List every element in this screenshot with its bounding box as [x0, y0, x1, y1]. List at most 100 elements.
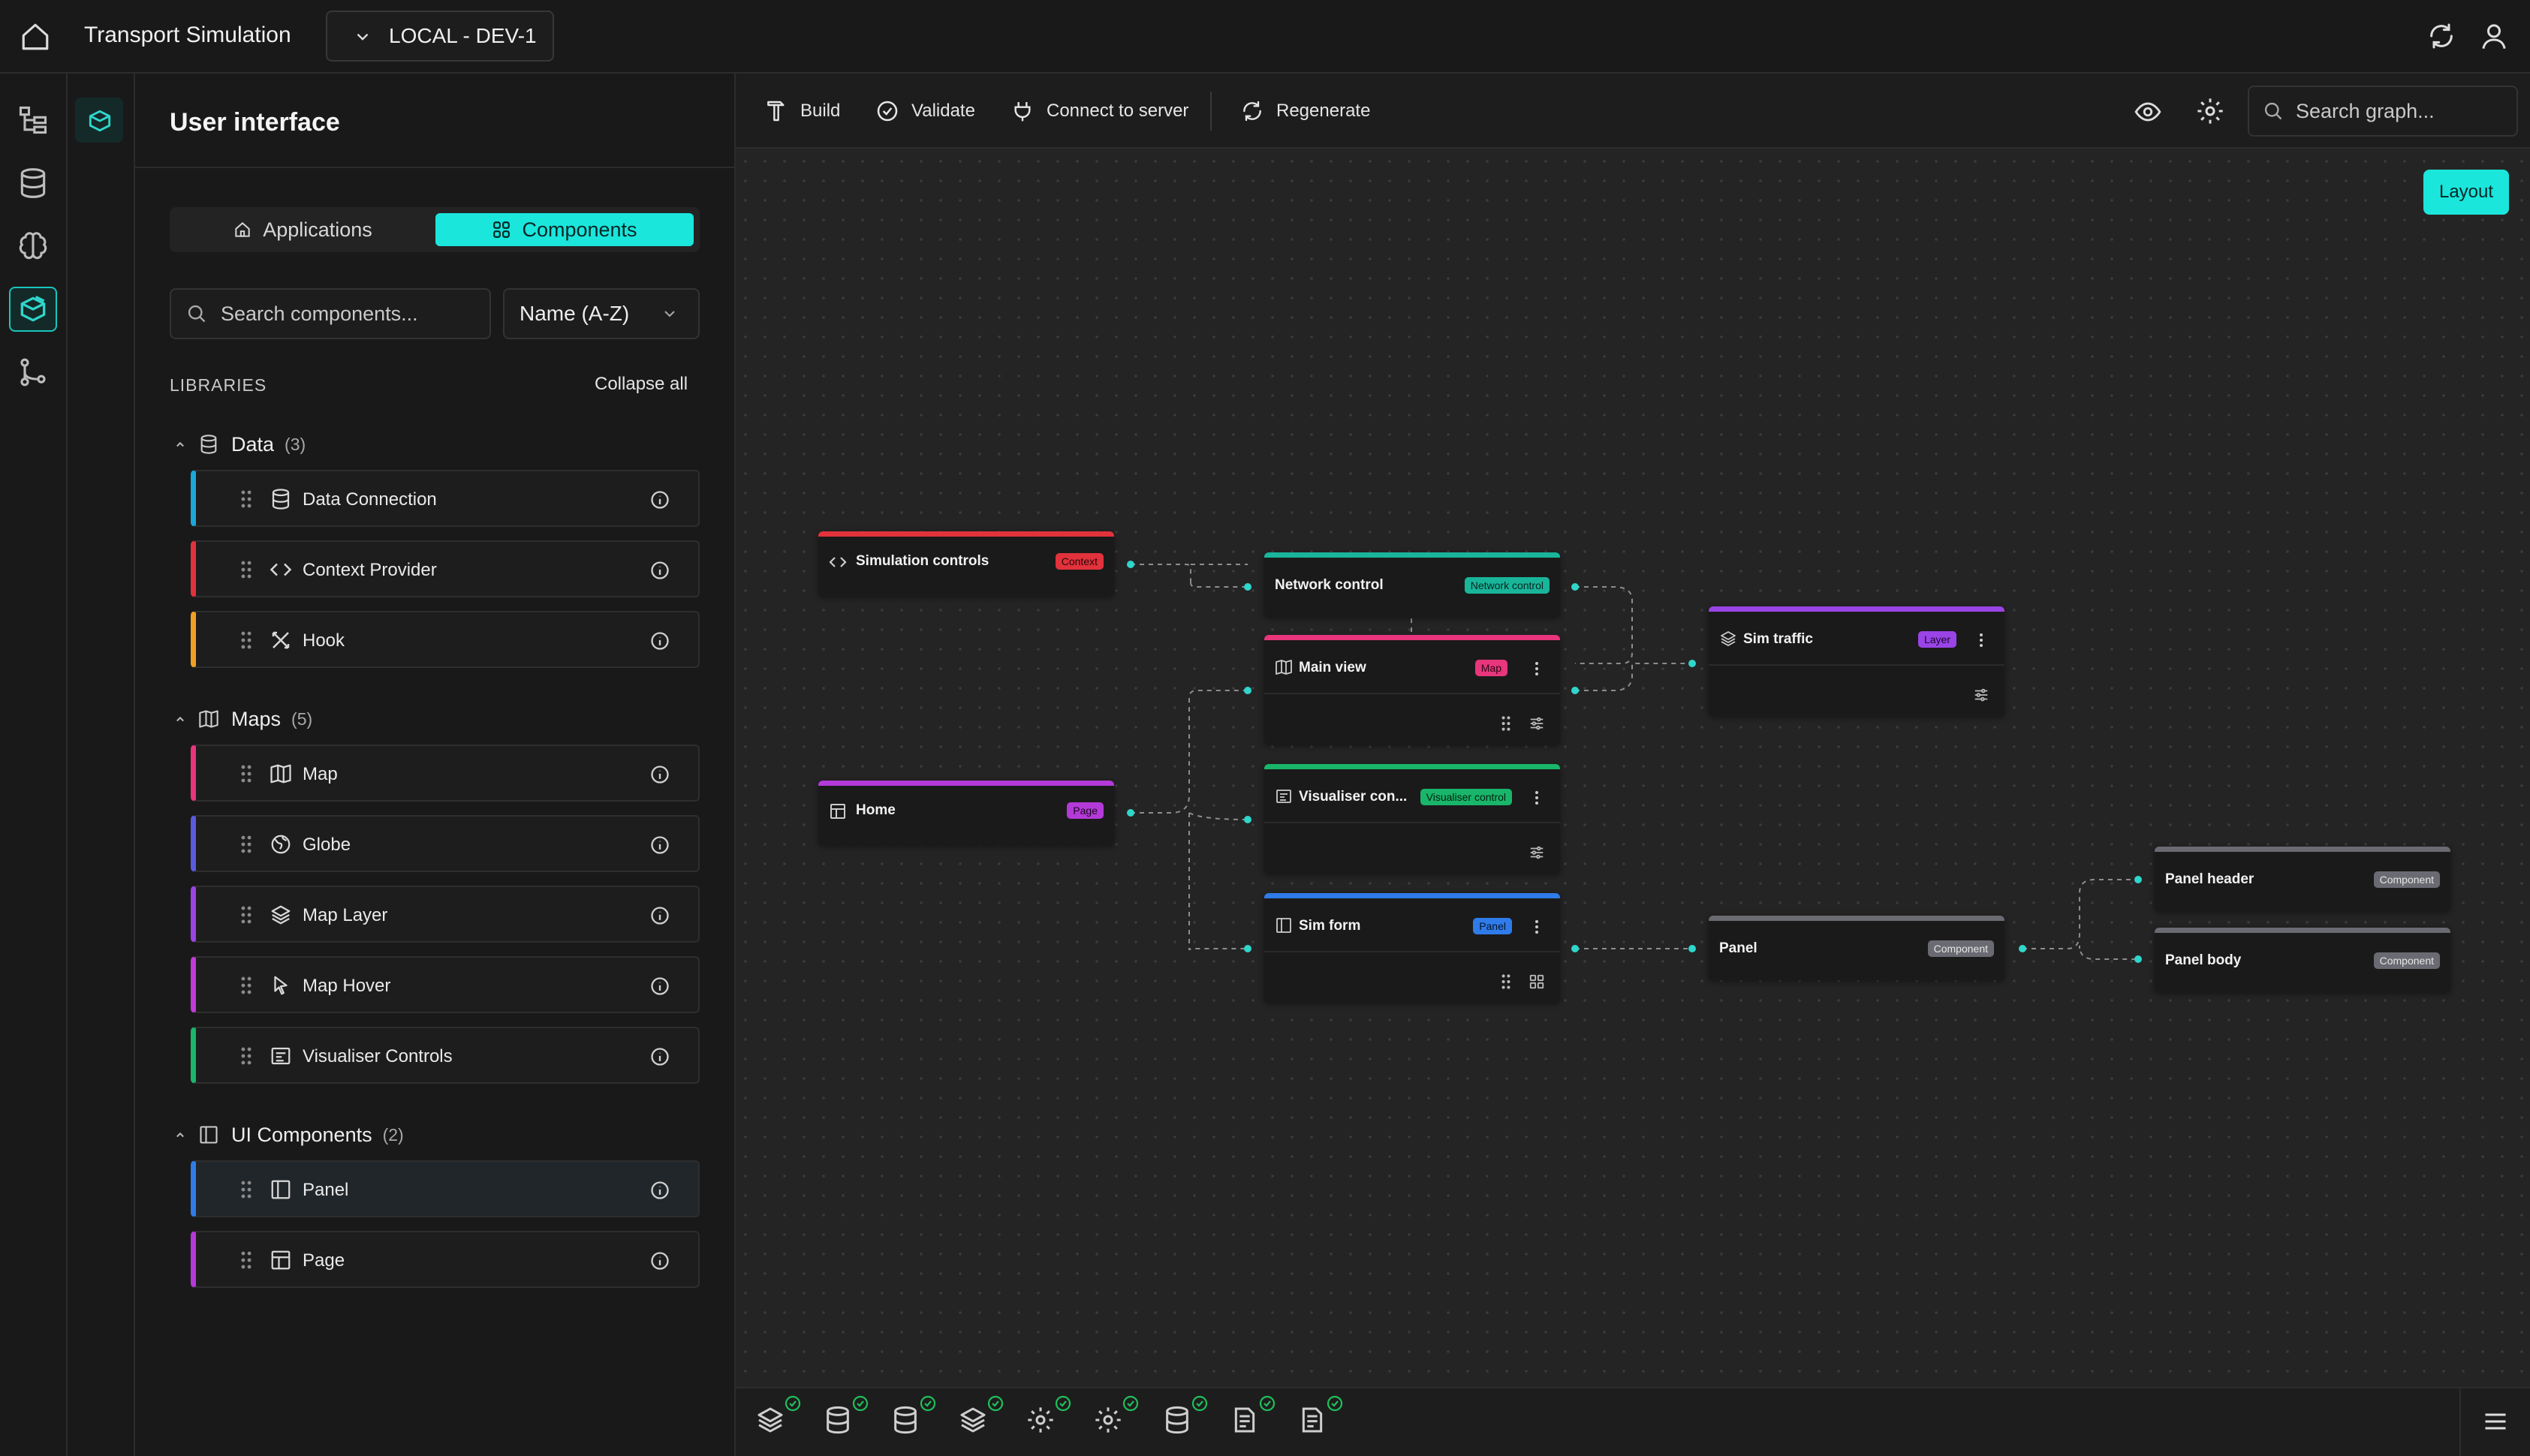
search-components-input[interactable] [221, 297, 483, 330]
refresh-icon[interactable] [2426, 21, 2456, 51]
sliders-icon[interactable] [1973, 687, 1989, 703]
collapse-all-button[interactable]: Collapse all [595, 374, 688, 395]
eye-icon[interactable] [2134, 98, 2162, 126]
list-item-hook[interactable]: Hook [191, 611, 700, 668]
node-network-control[interactable]: Network control Network control [1264, 552, 1560, 617]
drag-handle-icon[interactable] [238, 1180, 255, 1199]
drag-handle-icon[interactable] [238, 489, 255, 509]
info-icon[interactable] [649, 1250, 670, 1271]
chevron-up-icon[interactable] [173, 437, 188, 452]
drag-handle-icon[interactable] [238, 835, 255, 854]
document-icon[interactable] [1230, 1405, 1260, 1435]
drag-handle-icon[interactable] [238, 560, 255, 579]
sort-label[interactable]: Name (A-Z) [520, 302, 629, 326]
validate-button[interactable]: Validate [875, 95, 975, 128]
group-header-ui-components[interactable]: UI Components (2) [173, 1120, 404, 1150]
node-title: Panel [1719, 940, 1757, 956]
info-icon[interactable] [649, 489, 670, 510]
node-panel-body[interactable]: Panel body Component [2155, 928, 2450, 992]
list-item-panel[interactable]: Panel [191, 1160, 700, 1217]
layout-button[interactable]: Layout [2423, 170, 2509, 215]
node-sim-form[interactable]: Sim form Panel [1264, 893, 1560, 1003]
environment-label[interactable]: LOCAL - DEV-1 [389, 24, 537, 48]
database-icon[interactable] [1162, 1405, 1192, 1435]
item-label: Data Connection [303, 489, 437, 510]
node-panel-header[interactable]: Panel header Component [2155, 847, 2450, 911]
group-header-maps[interactable]: Maps (5) [173, 704, 312, 734]
group-header-data[interactable]: Data (3) [173, 429, 306, 459]
panel-icon [1275, 916, 1293, 934]
node-title: Panel body [2165, 952, 2242, 968]
node-badge: Panel [1473, 918, 1512, 934]
node-main-view[interactable]: Main view Map [1264, 635, 1560, 745]
document-icon[interactable] [1297, 1405, 1327, 1435]
hamburger-menu-icon[interactable] [2482, 1408, 2509, 1435]
more-vertical-icon[interactable] [1533, 918, 1541, 936]
list-item-map[interactable]: Map [191, 745, 700, 802]
gear-icon[interactable] [1093, 1405, 1123, 1435]
database-icon[interactable] [17, 167, 50, 200]
tab-components[interactable]: Components [435, 213, 694, 246]
drag-handle-icon[interactable] [1500, 973, 1512, 990]
graph-canvas[interactable] [736, 74, 2530, 1387]
list-item-context-provider[interactable]: Context Provider [191, 540, 700, 597]
list-item-map-layer[interactable]: Map Layer [191, 886, 700, 943]
list-item-map-hover[interactable]: Map Hover [191, 956, 700, 1013]
build-button[interactable]: Build [764, 95, 840, 128]
more-vertical-icon[interactable] [1533, 789, 1541, 807]
info-icon[interactable] [649, 560, 670, 581]
info-icon[interactable] [649, 630, 670, 651]
list-item-page[interactable]: Page [191, 1231, 700, 1288]
chevron-up-icon[interactable] [173, 711, 188, 726]
sliders-icon[interactable] [1529, 844, 1545, 861]
search-graph-input[interactable] [2296, 95, 2510, 128]
database-icon[interactable] [823, 1405, 853, 1435]
drag-handle-icon[interactable] [238, 905, 255, 925]
bottom-status-bar [736, 1387, 2530, 1456]
drag-handle-icon[interactable] [238, 976, 255, 995]
node-home[interactable]: Home Page [818, 781, 1114, 845]
node-sim-traffic[interactable]: Sim traffic Layer [1709, 606, 2004, 716]
more-vertical-icon[interactable] [1533, 660, 1541, 678]
tab-applications[interactable]: Applications [177, 213, 428, 246]
brain-icon[interactable] [17, 230, 50, 263]
drag-handle-icon[interactable] [238, 1046, 255, 1066]
more-vertical-icon[interactable] [1977, 631, 1985, 649]
user-icon[interactable] [2479, 21, 2509, 51]
info-icon[interactable] [649, 976, 670, 997]
drag-handle-icon[interactable] [238, 764, 255, 784]
info-icon[interactable] [649, 905, 670, 926]
layers-icon[interactable] [958, 1405, 988, 1435]
info-icon[interactable] [649, 764, 670, 785]
connect-server-button[interactable]: Connect to server [1010, 95, 1188, 128]
chevron-down-icon[interactable] [661, 305, 679, 323]
node-simulation-controls[interactable]: Simulation controls Context [818, 531, 1114, 596]
drag-handle-icon[interactable] [238, 1250, 255, 1270]
drag-handle-icon[interactable] [238, 630, 255, 650]
database-icon[interactable] [890, 1405, 920, 1435]
node-visualiser-controls[interactable]: Visualiser con... Visualiser control [1264, 764, 1560, 874]
sliders-icon[interactable] [1529, 715, 1545, 732]
ui-cube-icon[interactable] [17, 293, 50, 326]
node-panel[interactable]: Panel Component [1709, 916, 2004, 980]
info-icon[interactable] [649, 1180, 670, 1201]
map-icon [270, 763, 292, 785]
home-icon[interactable] [20, 21, 51, 53]
grid-icon[interactable] [1529, 973, 1545, 990]
ui-cube-icon[interactable] [86, 107, 114, 135]
list-item-data-connection[interactable]: Data Connection [191, 470, 700, 527]
list-item-globe[interactable]: Globe [191, 815, 700, 872]
list-item-visualiser-controls[interactable]: Visualiser Controls [191, 1027, 700, 1084]
chevron-down-icon[interactable] [353, 27, 372, 47]
info-icon[interactable] [649, 835, 670, 856]
regenerate-button[interactable]: Regenerate [1240, 95, 1370, 128]
gear-icon[interactable] [2195, 96, 2225, 126]
controls-icon [270, 1045, 292, 1067]
chevron-up-icon[interactable] [173, 1127, 188, 1142]
drag-handle-icon[interactable] [1500, 715, 1512, 732]
info-icon[interactable] [649, 1046, 670, 1067]
layers-icon[interactable] [755, 1405, 785, 1435]
tree-icon[interactable] [17, 104, 50, 137]
git-branch-icon[interactable] [17, 356, 50, 389]
gear-icon[interactable] [1026, 1405, 1056, 1435]
